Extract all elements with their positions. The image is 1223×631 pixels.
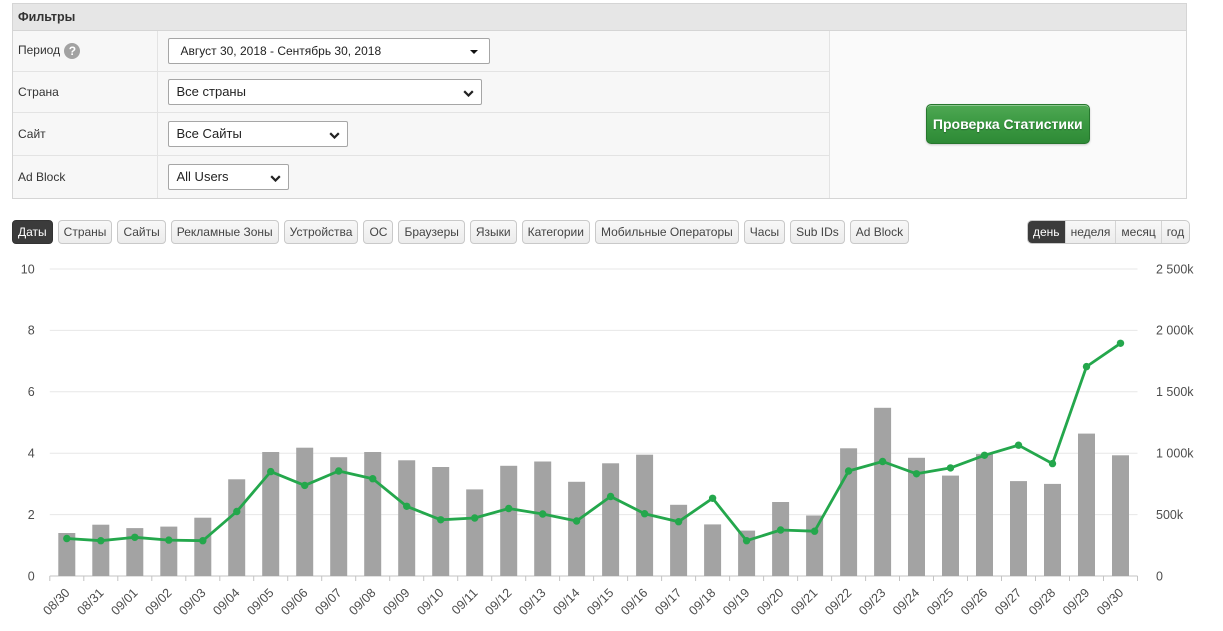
svg-text:09/29: 09/29 — [1060, 586, 1092, 618]
svg-text:0: 0 — [1156, 569, 1163, 583]
svg-text:09/20: 09/20 — [754, 586, 786, 618]
svg-text:09/15: 09/15 — [584, 586, 616, 618]
svg-text:09/19: 09/19 — [720, 586, 752, 618]
svg-text:09/08: 09/08 — [346, 586, 378, 618]
svg-text:09/23: 09/23 — [856, 586, 888, 618]
svg-text:09/14: 09/14 — [550, 586, 582, 618]
svg-text:09/28: 09/28 — [1026, 586, 1058, 618]
svg-text:09/24: 09/24 — [890, 586, 922, 618]
svg-text:09/01: 09/01 — [108, 586, 140, 618]
svg-text:500k: 500k — [1156, 508, 1184, 522]
svg-text:1 500k: 1 500k — [1156, 385, 1194, 399]
svg-text:09/04: 09/04 — [210, 586, 242, 618]
svg-text:09/12: 09/12 — [482, 586, 514, 618]
svg-text:08/31: 08/31 — [74, 586, 106, 618]
svg-text:09/25: 09/25 — [924, 586, 956, 618]
svg-text:2: 2 — [28, 508, 35, 522]
svg-text:09/21: 09/21 — [788, 586, 820, 618]
svg-text:09/02: 09/02 — [142, 586, 174, 618]
svg-text:2 000k: 2 000k — [1156, 324, 1194, 338]
svg-text:08/30: 08/30 — [40, 586, 72, 618]
svg-text:09/11: 09/11 — [449, 586, 481, 618]
svg-text:2 500k: 2 500k — [1156, 262, 1194, 276]
svg-text:6: 6 — [28, 385, 35, 399]
svg-text:09/27: 09/27 — [992, 586, 1024, 618]
svg-text:8: 8 — [28, 324, 35, 338]
svg-text:09/17: 09/17 — [652, 586, 684, 618]
svg-text:09/16: 09/16 — [618, 586, 650, 618]
svg-text:09/05: 09/05 — [244, 586, 276, 618]
svg-text:1 000k: 1 000k — [1156, 447, 1194, 461]
svg-text:09/10: 09/10 — [414, 586, 446, 618]
svg-text:09/30: 09/30 — [1094, 586, 1126, 618]
svg-text:4: 4 — [28, 447, 35, 461]
svg-text:0: 0 — [28, 569, 35, 583]
svg-text:09/26: 09/26 — [958, 586, 990, 618]
svg-text:10: 10 — [21, 262, 35, 276]
svg-text:09/07: 09/07 — [312, 586, 344, 618]
svg-text:09/03: 09/03 — [176, 586, 208, 618]
svg-text:09/18: 09/18 — [686, 586, 718, 618]
svg-text:09/13: 09/13 — [516, 586, 548, 618]
svg-text:09/09: 09/09 — [380, 586, 412, 618]
svg-text:09/06: 09/06 — [278, 586, 310, 618]
svg-text:09/22: 09/22 — [822, 586, 854, 618]
